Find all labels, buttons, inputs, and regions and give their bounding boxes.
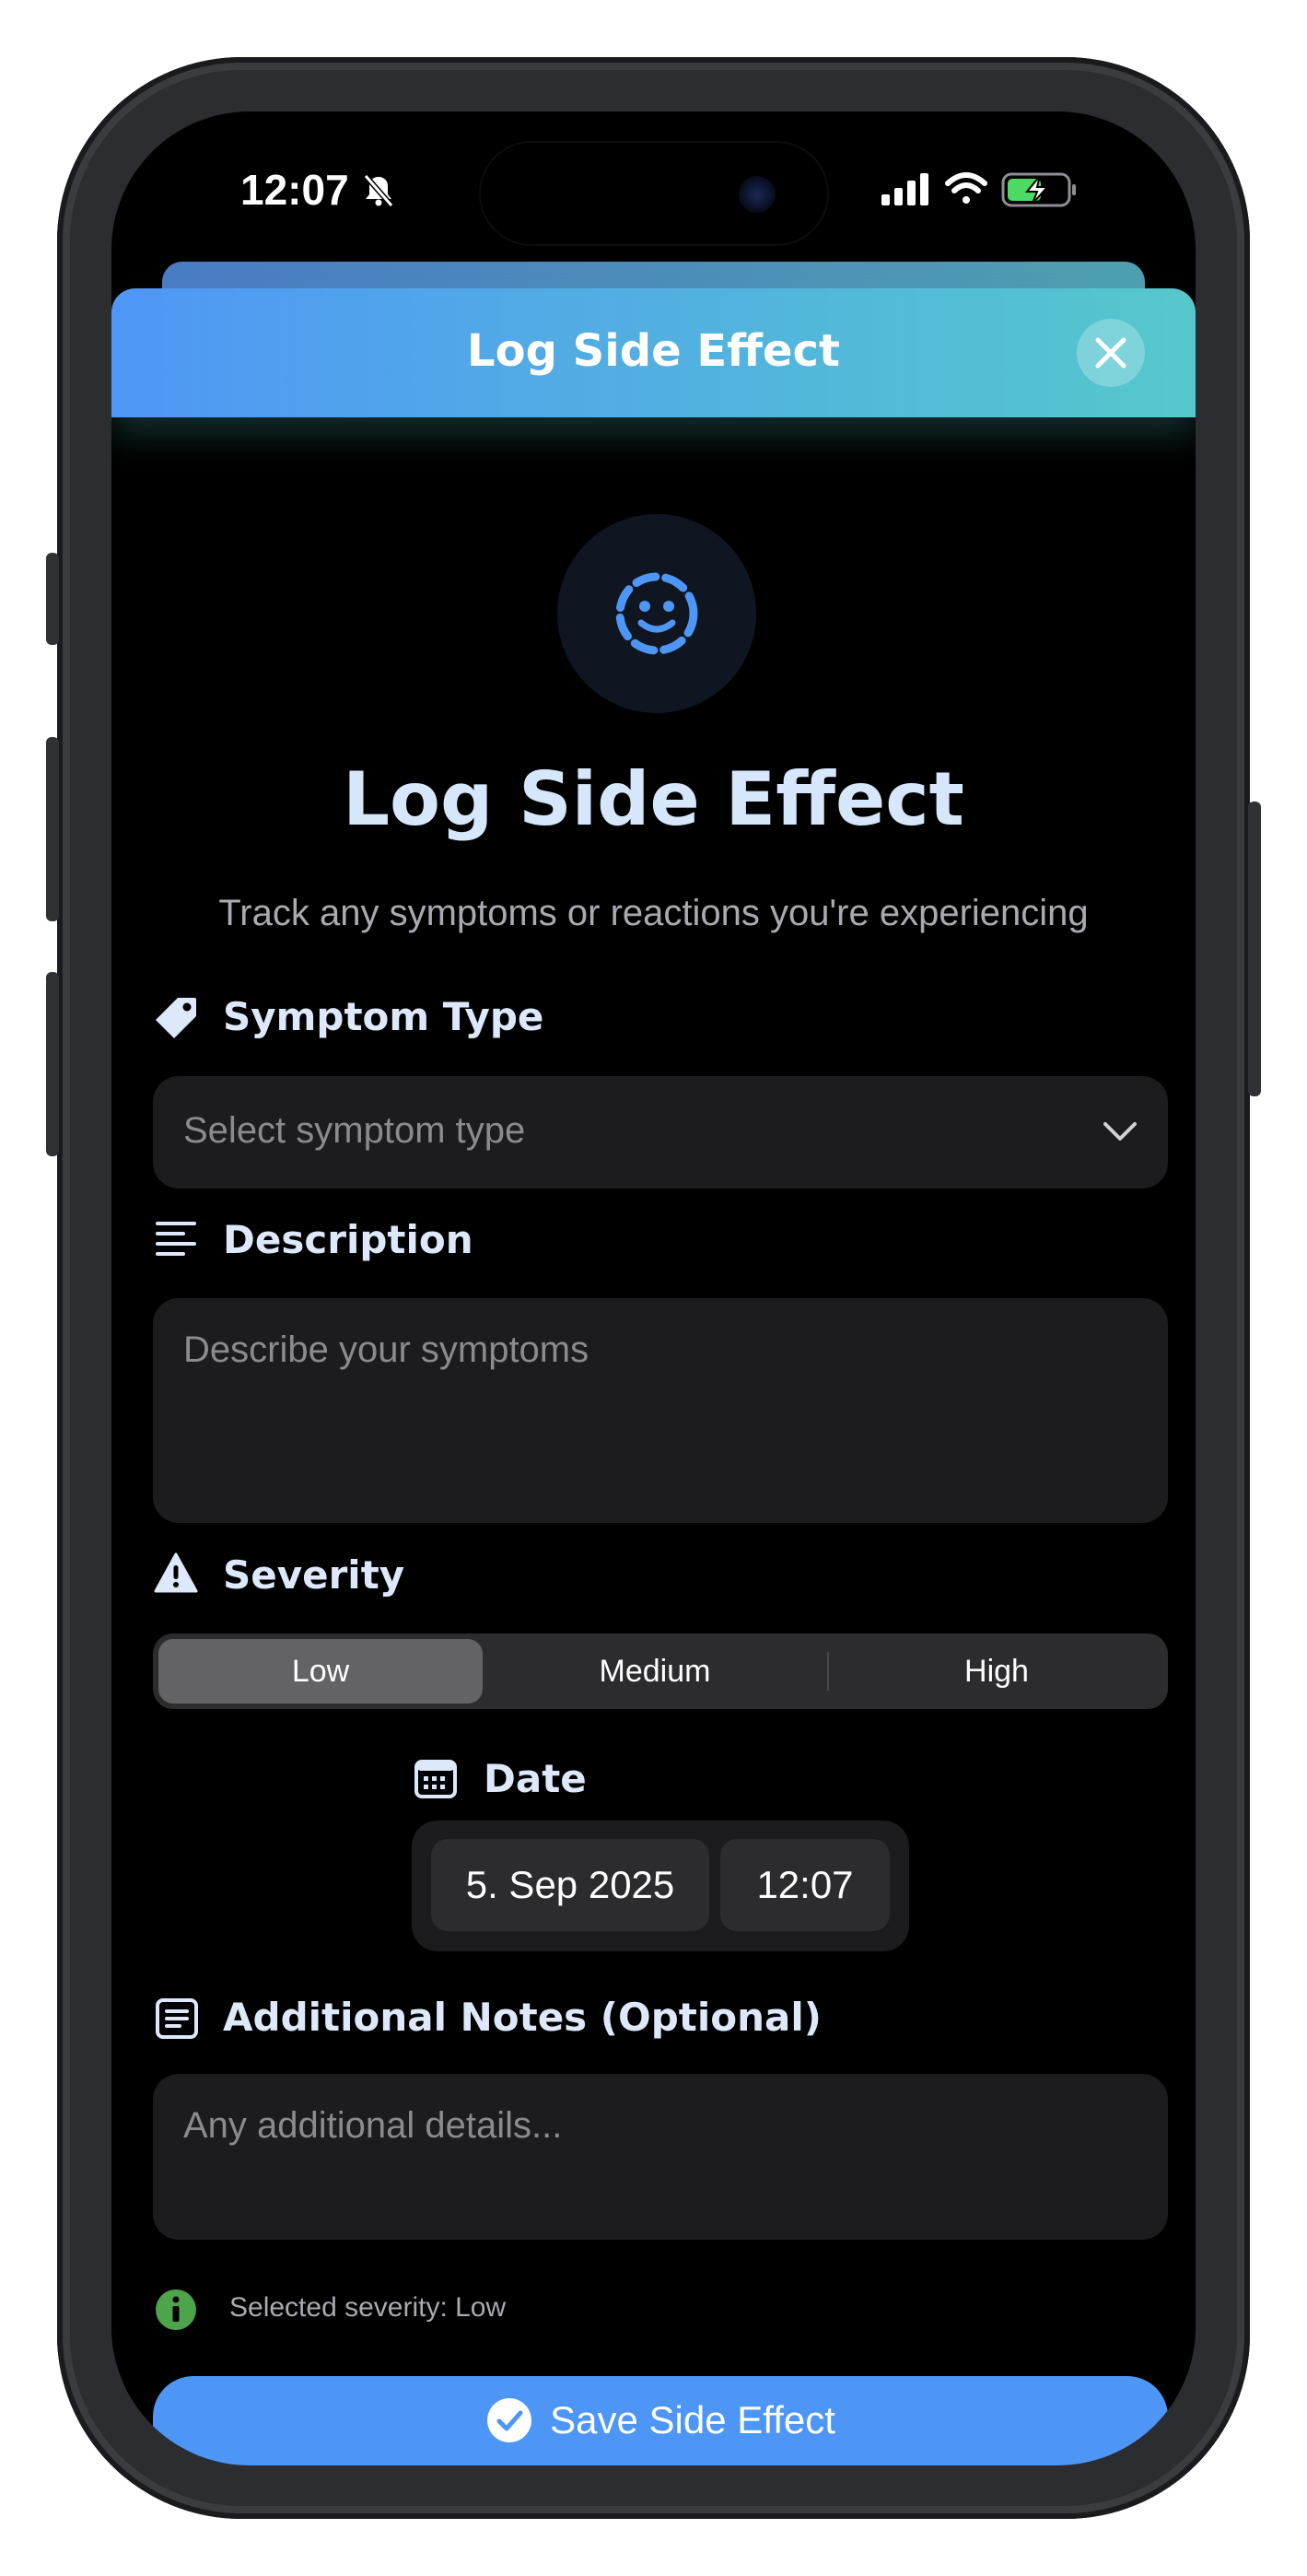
checkmark-circle-icon — [487, 2398, 532, 2442]
description-placeholder: Describe your symptoms — [183, 1329, 589, 1370]
severity-option-low[interactable]: Low — [158, 1639, 483, 1704]
page-title: Log Side Effect — [343, 756, 964, 842]
severity-label: Severity — [223, 1552, 405, 1598]
notes-textarea[interactable]: Any additional details... — [153, 2074, 1168, 2240]
hero-icon-circle — [557, 514, 756, 713]
tag-icon — [156, 998, 196, 1038]
calendar-icon — [414, 1760, 457, 1798]
notes-label: Additional Notes (Optional) — [223, 1995, 822, 2040]
volume-up-button — [46, 737, 59, 921]
cellular-signal-icon — [881, 173, 928, 205]
selected-severity-text: Selected severity: Low — [229, 2292, 507, 2323]
save-button-label: Save Side Effect — [550, 2398, 835, 2441]
sheet-title: Log Side Effect — [467, 325, 840, 377]
save-side-effect-button[interactable]: Save Side Effect — [153, 2376, 1168, 2465]
text-lines-icon — [156, 1222, 196, 1256]
date-picker: 5. Sep 2025 12:07 — [412, 1821, 909, 1951]
smiley-dashed-icon — [615, 572, 698, 655]
symptom-type-select[interactable]: Select symptom type — [153, 1076, 1168, 1188]
symptom-type-label: Symptom Type — [223, 994, 544, 1039]
description-textarea[interactable]: Describe your symptoms — [153, 1298, 1168, 1523]
power-button — [1248, 802, 1261, 1096]
action-button — [46, 553, 59, 645]
dynamic-island — [481, 143, 827, 244]
page-subtitle: Track any symptoms or reactions you're e… — [218, 893, 1089, 933]
status-icons — [881, 172, 1076, 207]
severity-option-medium[interactable]: Medium — [484, 1639, 825, 1704]
sheet-header: Log Side Effect — [111, 288, 1196, 417]
status-time: 12:07 — [240, 166, 349, 214]
warning-triangle-icon — [154, 1552, 198, 1593]
symptom-type-placeholder: Select symptom type — [183, 1110, 526, 1151]
severity-option-high[interactable]: High — [831, 1639, 1162, 1704]
chevron-down-icon — [1103, 1122, 1137, 1141]
notes-icon — [156, 1998, 198, 2039]
notes-placeholder: Any additional details... — [183, 2105, 563, 2146]
close-icon — [1095, 337, 1126, 369]
silent-bell-icon — [363, 174, 394, 207]
wifi-icon — [945, 172, 987, 204]
segment-divider — [827, 1652, 829, 1691]
close-button[interactable] — [1077, 319, 1145, 387]
info-icon — [156, 2289, 196, 2330]
screen: 12:07 Log Side Effect Log Side Effect Tr… — [111, 111, 1196, 2465]
time-value-button[interactable]: 12:07 — [720, 1839, 890, 1931]
volume-down-button — [46, 972, 59, 1156]
date-value-button[interactable]: 5. Sep 2025 — [431, 1839, 709, 1931]
description-label: Description — [223, 1217, 473, 1262]
camera-icon — [739, 176, 776, 213]
severity-segmented-control: Low Medium High — [153, 1633, 1168, 1709]
date-label: Date — [484, 1756, 587, 1801]
battery-charging-icon — [1001, 172, 1076, 207]
